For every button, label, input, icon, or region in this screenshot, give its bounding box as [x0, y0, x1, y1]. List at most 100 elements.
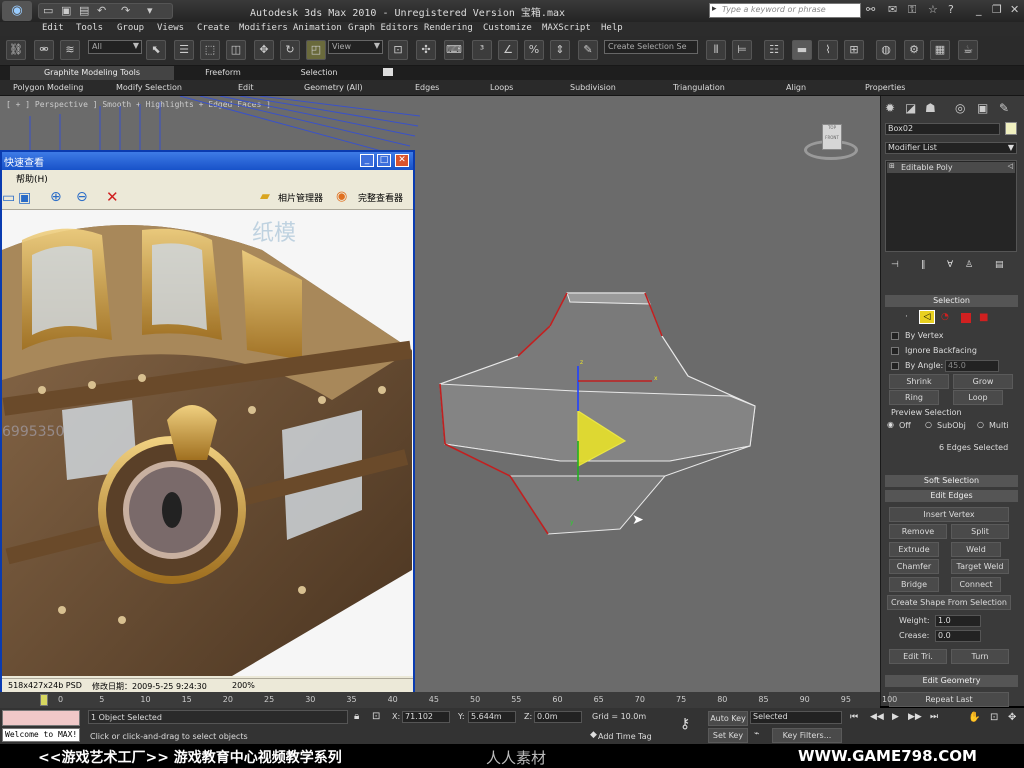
menu-item-animation[interactable]: Animation [293, 23, 342, 33]
render-setup-icon[interactable]: ⚙ [904, 40, 924, 60]
ribbon-toggle-icon[interactable] [383, 68, 393, 76]
edit-edges-rollout-header[interactable]: Edit Edges [885, 490, 1018, 502]
scale-icon[interactable]: ◰ [306, 40, 326, 60]
repeat-last-button[interactable]: Repeat Last [889, 692, 1009, 707]
key-filters-button[interactable]: Key Filters... [772, 728, 842, 743]
snap-3d-icon[interactable]: ³ [472, 40, 492, 60]
percent-snap-icon[interactable]: % [524, 40, 544, 60]
add-time-tag[interactable]: Add Time Tag [598, 732, 652, 741]
minimize-icon[interactable]: _ [976, 3, 982, 16]
named-selection-dropdown[interactable]: Create Selection Se [604, 40, 698, 54]
move-icon[interactable]: ✥ [254, 40, 274, 60]
absolute-mode-icon[interactable]: ⊡ [372, 711, 380, 722]
soft-selection-rollout-header[interactable]: Soft Selection [885, 475, 1018, 487]
menu-item-help[interactable]: Help [601, 23, 623, 33]
goto-start-icon[interactable]: ⏮ [850, 712, 858, 722]
target-weld-button[interactable]: Target Weld [951, 559, 1009, 574]
zoom-in-icon[interactable]: ⊕ [50, 189, 62, 205]
y-coord-field[interactable]: 5.644m [468, 711, 516, 723]
ignore-backfacing-checkbox[interactable] [891, 347, 899, 355]
connect-button[interactable]: Connect [951, 577, 1001, 592]
edit-named-selection-icon[interactable]: ✎ [578, 40, 598, 60]
quick-view-window[interactable]: 快速查看 _ □ ✕ 帮助(H) ▭ ▣ ⊕ ⊖ ✕ ▰ 相片管理器 ◉ 完整查… [0, 150, 415, 695]
reference-coord-dropdown[interactable]: View ▼ [328, 40, 383, 54]
menu-item-views[interactable]: Views [157, 23, 184, 33]
extrude-button[interactable]: Extrude [889, 542, 939, 557]
material-editor-icon[interactable]: ◍ [876, 40, 896, 60]
curve-editor-icon[interactable]: ⌇ [818, 40, 838, 60]
by-vertex-checkbox[interactable] [891, 332, 899, 340]
modifier-stack[interactable]: ⊞ Editable Poly ◁ [885, 160, 1017, 252]
vertex-mode-icon[interactable]: · [905, 312, 908, 322]
modifier-list-dropdown[interactable]: Modifier List ▼ [885, 142, 1017, 154]
close-icon[interactable]: ✕ [395, 154, 409, 167]
search-box[interactable]: ▸ Type a keyword or phrase [709, 3, 861, 18]
tab-graphite-modeling-tools[interactable]: Graphite Modeling Tools [10, 66, 174, 80]
viewcube[interactable]: TOP FRONT [802, 122, 860, 166]
timeline[interactable]: 0 5 10 15 20 25 30 35 40 45 50 55 60 65 70 75 80 85 90 95 10… [0, 692, 897, 708]
menu-item-edit[interactable]: Edit [42, 23, 64, 33]
schematic-view-icon[interactable]: ⊞ [844, 40, 864, 60]
zoom-extents-icon[interactable]: ⊡ [990, 712, 998, 723]
menu-item-rendering[interactable]: Rendering [424, 23, 473, 33]
bridge-button[interactable]: Bridge [889, 577, 939, 592]
object-color-swatch[interactable] [1005, 122, 1017, 135]
selection-filter-dropdown[interactable]: All ▼ [88, 40, 142, 54]
favorites-icon[interactable]: ☆ [928, 3, 938, 16]
binoculars-icon[interactable]: ⚯ [866, 3, 875, 16]
preview-off-radio[interactable]: ◉ [887, 420, 894, 429]
graphite-toggle-icon[interactable]: ▬ [792, 40, 812, 60]
undo-icon[interactable]: ↶ [97, 4, 106, 17]
rotate-icon[interactable]: ↻ [280, 40, 300, 60]
split-button[interactable]: Split [951, 524, 1009, 539]
help-icon[interactable]: ? [948, 3, 954, 16]
editable-poly-object[interactable]: z x y [430, 286, 770, 546]
remove-modifier-icon[interactable]: ♙ [965, 260, 973, 270]
panel-polygon-modeling[interactable]: Polygon Modeling [13, 83, 83, 92]
select-by-name-icon[interactable]: ☰ [174, 40, 194, 60]
restore-icon[interactable]: ❐ [992, 3, 1002, 16]
search-input[interactable]: Type a keyword or phrase [722, 5, 826, 14]
save-icon[interactable]: ▤ [79, 4, 89, 17]
spinner-snap-icon[interactable]: ⇕ [550, 40, 570, 60]
element-mode-icon[interactable]: ■ [979, 312, 988, 323]
motion-tab-icon[interactable]: ◎ [955, 101, 965, 115]
new-icon[interactable]: ▭ [43, 4, 53, 17]
key-mode-dropdown[interactable]: Selected [750, 711, 842, 724]
hold-icon[interactable]: ▾ [147, 4, 153, 17]
zoom-out-icon[interactable]: ⊖ [76, 189, 88, 205]
panel-loops[interactable]: Loops [490, 83, 513, 92]
pan-icon[interactable]: ✋ [968, 712, 980, 723]
set-key-button[interactable]: Set Key [708, 728, 748, 743]
menu-item-create[interactable]: Create [197, 23, 230, 33]
manipulate-icon[interactable]: ✣ [416, 40, 436, 60]
orbit-icon[interactable]: ✥ [1008, 712, 1016, 723]
angle-snap-icon[interactable]: ∠ [498, 40, 518, 60]
time-tag-icon[interactable]: ◆ [590, 730, 597, 740]
insert-vertex-button[interactable]: Insert Vertex [889, 507, 1009, 522]
mirror-icon[interactable]: ⫴ [706, 40, 726, 60]
time-slider[interactable] [40, 694, 48, 706]
rendered-frame-icon[interactable]: ▦ [930, 40, 950, 60]
minimize-icon[interactable]: _ [360, 154, 374, 167]
ring-button[interactable]: Ring [889, 390, 939, 405]
by-angle-checkbox[interactable] [891, 362, 899, 370]
object-name-field[interactable]: Box02 [885, 123, 1000, 135]
infocenter-icon[interactable]: ✉ [888, 3, 897, 16]
fit-icon[interactable]: ▣ [18, 190, 31, 206]
menu-item-tools[interactable]: Tools [76, 23, 103, 33]
panel-edges[interactable]: Edges [415, 83, 439, 92]
panel-align[interactable]: Align [786, 83, 806, 92]
play-icon[interactable]: ▶ [892, 712, 899, 722]
chamfer-button[interactable]: Chamfer [889, 559, 939, 574]
preview-multi-radio[interactable]: ○ [977, 420, 984, 429]
full-viewer-button[interactable]: 完整查看器 [358, 191, 403, 204]
selection-rollout-header[interactable]: Selection [885, 295, 1018, 307]
modify-tab-icon[interactable]: ◪ [905, 101, 916, 115]
keyboard-shortcut-icon[interactable]: ⌨ [444, 40, 464, 60]
crease-spinner[interactable]: 0.0 [935, 630, 981, 642]
make-unique-icon[interactable]: ∀ [947, 260, 953, 270]
prev-frame-icon[interactable]: ◀◀ [870, 712, 884, 722]
bind-space-warp-icon[interactable]: ≋ [60, 40, 80, 60]
redo-icon[interactable]: ↷ [121, 4, 130, 17]
